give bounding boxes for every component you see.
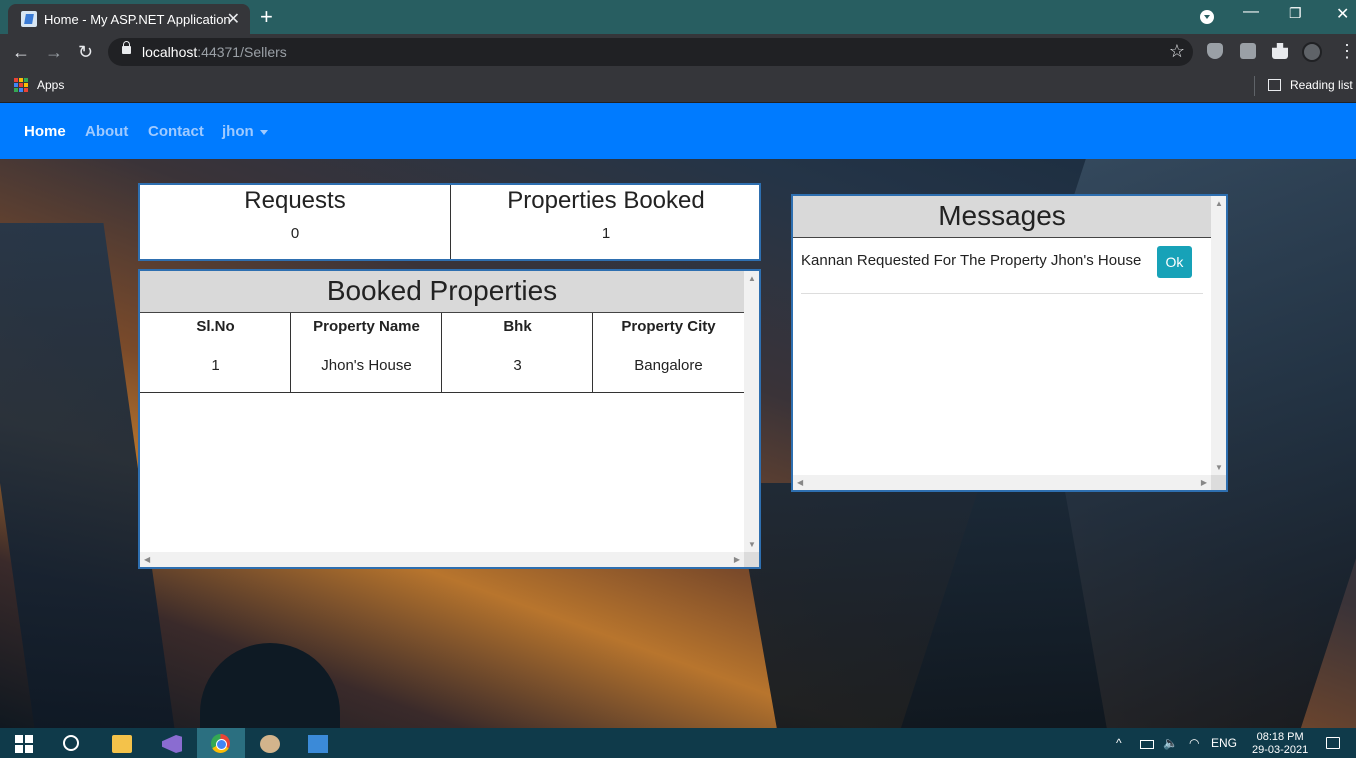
new-tab-button[interactable]: + bbox=[260, 4, 273, 30]
background-building bbox=[733, 483, 1117, 728]
table-column: Property Name Jhon's House bbox=[291, 313, 442, 393]
scroll-left-arrow-icon[interactable]: ◀ bbox=[144, 555, 150, 564]
table-column: Property City Bangalore bbox=[593, 313, 744, 393]
notification-center-icon[interactable] bbox=[1326, 737, 1340, 749]
url-text: localhost:44371/Sellers bbox=[142, 44, 287, 60]
table-cell: Bangalore bbox=[634, 357, 703, 374]
bookmark-star-icon[interactable]: ☆ bbox=[1169, 41, 1185, 62]
page-viewport: Home About Contact jhon Requests 0 Prope… bbox=[0, 103, 1356, 728]
vertical-scrollbar[interactable]: ▲ ▼ bbox=[1211, 196, 1226, 475]
message-text: Kannan Requested For The Property Jhon's… bbox=[801, 252, 1142, 269]
reload-icon[interactable]: ↻ bbox=[78, 42, 93, 63]
bookmarks-divider bbox=[1254, 76, 1255, 96]
window-close-button[interactable]: ✕ bbox=[1336, 4, 1349, 24]
requests-stat: Requests 0 bbox=[140, 185, 450, 259]
table-cell: 1 bbox=[211, 357, 220, 374]
browser-tab[interactable]: Home - My ASP.NET Application ✕ bbox=[8, 4, 250, 34]
reading-list-icon[interactable] bbox=[1268, 79, 1281, 91]
puzzle-extensions-icon[interactable] bbox=[1272, 43, 1288, 59]
paint-icon[interactable] bbox=[260, 735, 280, 753]
site-navbar: Home About Contact jhon bbox=[0, 103, 1356, 159]
tab-title: Home - My ASP.NET Application bbox=[44, 12, 231, 27]
windows-taskbar: ^ 🔈 ◠ ENG 08:18 PM 29-03-2021 bbox=[0, 728, 1356, 758]
booked-stat: Properties Booked 1 bbox=[451, 185, 761, 259]
cortana-search-icon[interactable] bbox=[63, 735, 79, 751]
bookmarks-bar: Apps Reading list bbox=[0, 70, 1356, 103]
tab-close-icon[interactable]: ✕ bbox=[227, 9, 240, 29]
caret-down-icon bbox=[259, 129, 268, 135]
scroll-up-arrow-icon[interactable]: ▲ bbox=[748, 274, 756, 283]
photos-icon[interactable] bbox=[308, 735, 328, 753]
scroll-left-arrow-icon[interactable]: ◀ bbox=[797, 478, 803, 487]
forward-arrow-icon[interactable]: → bbox=[45, 42, 63, 63]
scroll-up-arrow-icon[interactable]: ▲ bbox=[1215, 199, 1223, 208]
scrollbar-corner bbox=[744, 552, 759, 567]
message-item: Kannan Requested For The Property Jhon's… bbox=[801, 240, 1203, 294]
stats-box: Requests 0 Properties Booked 1 bbox=[138, 183, 761, 261]
scroll-down-arrow-icon[interactable]: ▼ bbox=[1215, 463, 1223, 472]
column-header: Property Name bbox=[313, 318, 420, 335]
column-header: Property City bbox=[621, 318, 716, 335]
background-dome-building bbox=[200, 643, 340, 728]
back-arrow-icon[interactable]: ← bbox=[12, 42, 30, 63]
clock-time: 08:18 PM bbox=[1256, 731, 1304, 743]
horizontal-scrollbar[interactable]: ◀ ▶ bbox=[793, 475, 1211, 490]
system-clock[interactable]: 08:18 PM 29-03-2021 bbox=[1252, 731, 1308, 757]
reading-list-button[interactable]: Reading list bbox=[1290, 78, 1353, 92]
table-column: Sl.No 1 bbox=[140, 313, 291, 393]
show-hidden-icons-button[interactable]: ^ bbox=[1116, 736, 1122, 750]
address-bar[interactable]: localhost:44371/Sellers ☆ bbox=[108, 38, 1193, 66]
booked-value: 1 bbox=[601, 225, 611, 242]
scroll-down-arrow-icon[interactable]: ▼ bbox=[748, 540, 756, 549]
minimize-button[interactable]: — bbox=[1243, 3, 1259, 21]
requests-value: 0 bbox=[290, 225, 300, 242]
lock-icon[interactable] bbox=[122, 41, 131, 54]
browser-menu-icon[interactable]: ⋮ bbox=[1338, 41, 1356, 62]
restore-button[interactable]: ❐ bbox=[1289, 5, 1302, 22]
table-cell: 3 bbox=[513, 357, 522, 374]
vertical-scrollbar[interactable]: ▲ ▼ bbox=[744, 271, 759, 552]
nav-contact[interactable]: Contact bbox=[148, 123, 204, 140]
ok-button[interactable]: Ok bbox=[1157, 246, 1192, 278]
table-cell: Jhon's House bbox=[321, 357, 412, 374]
scroll-right-arrow-icon[interactable]: ▶ bbox=[734, 555, 740, 564]
column-header: Bhk bbox=[503, 318, 532, 335]
horizontal-scrollbar[interactable]: ◀ ▶ bbox=[140, 552, 744, 567]
chrome-taskbar-button[interactable] bbox=[197, 728, 245, 758]
requests-label: Requests bbox=[244, 187, 346, 214]
booked-properties-panel: Booked Properties Sl.No 1 Property Name … bbox=[138, 269, 761, 569]
column-header: Sl.No bbox=[196, 318, 235, 335]
windows-start-icon[interactable] bbox=[15, 735, 35, 753]
clock-date: 29-03-2021 bbox=[1252, 744, 1309, 756]
booked-label: Properties Booked bbox=[507, 187, 705, 214]
apps-bookmark[interactable]: Apps bbox=[37, 78, 64, 92]
browser-tab-strip: Home - My ASP.NET Application ✕ + — ❐ ✕ bbox=[0, 0, 1356, 34]
booked-properties-table: Sl.No 1 Property Name Jhon's House Bhk 3… bbox=[140, 313, 744, 393]
scroll-right-arrow-icon[interactable]: ▶ bbox=[1201, 478, 1207, 487]
table-column: Bhk 3 bbox=[442, 313, 593, 393]
tab-search-icon[interactable] bbox=[1200, 10, 1214, 24]
extension-r-icon[interactable] bbox=[1240, 43, 1256, 59]
language-indicator[interactable]: ENG bbox=[1211, 736, 1237, 750]
wifi-icon[interactable]: ◠ bbox=[1189, 736, 1199, 750]
user-dropdown[interactable]: jhon bbox=[222, 123, 268, 140]
chrome-icon bbox=[211, 734, 230, 753]
battery-icon[interactable] bbox=[1140, 740, 1154, 749]
nav-about[interactable]: About bbox=[85, 123, 128, 140]
profile-avatar[interactable] bbox=[1302, 42, 1322, 62]
visual-studio-icon[interactable] bbox=[162, 735, 182, 753]
site-favicon-icon bbox=[21, 11, 37, 27]
browser-toolbar: ← → ↻ localhost:44371/Sellers ☆ ⋮ bbox=[0, 34, 1356, 70]
file-explorer-icon[interactable] bbox=[112, 735, 132, 753]
volume-icon[interactable]: 🔈 bbox=[1163, 736, 1178, 750]
scrollbar-corner bbox=[1211, 475, 1226, 490]
shield-extension-icon[interactable] bbox=[1207, 43, 1223, 59]
apps-grid-icon[interactable] bbox=[14, 78, 28, 92]
nav-home[interactable]: Home bbox=[24, 123, 66, 140]
booked-properties-title: Booked Properties bbox=[140, 271, 744, 313]
messages-title: Messages bbox=[793, 196, 1211, 238]
messages-panel: Messages Kannan Requested For The Proper… bbox=[791, 194, 1228, 492]
